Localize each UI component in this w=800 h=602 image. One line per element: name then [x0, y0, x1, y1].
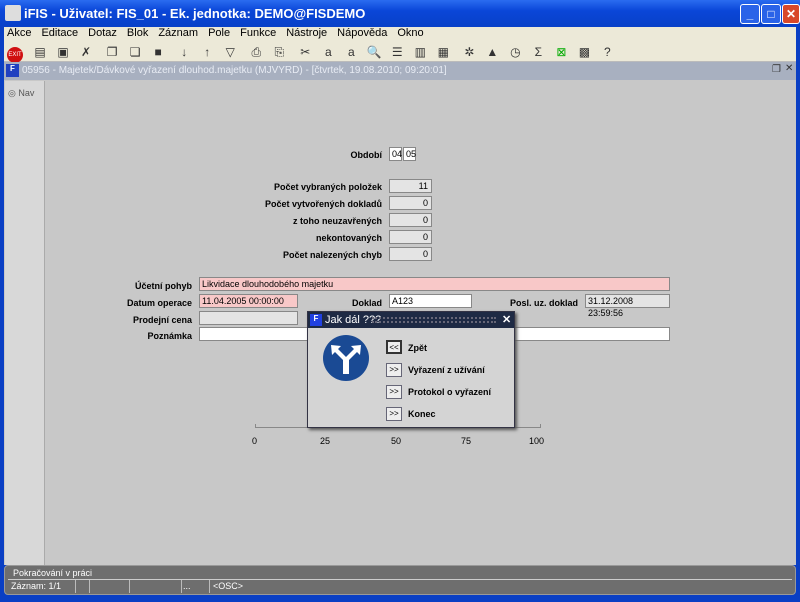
- posl-uz-doklad-label: Posl. uz. doklad: [509, 298, 578, 308]
- mode-indicator: <OSC>: [213, 581, 244, 591]
- count-label: Počet vybraných položek: [273, 182, 382, 192]
- obdobi-year-input[interactable]: 05: [403, 147, 416, 161]
- paste-text-icon[interactable]: a: [342, 44, 360, 60]
- cut-icon[interactable]: ✂: [296, 44, 314, 60]
- vyrazeni-z-uzivani-label[interactable]: Vyřazení z užívání: [408, 365, 485, 375]
- vyrazeni-z-uzivani-button[interactable]: >>: [386, 363, 402, 377]
- excel-icon[interactable]: ⊠: [552, 44, 570, 60]
- count-label: nekontovaných: [315, 233, 382, 243]
- ucetni-pohyb-input[interactable]: Likvidace dlouhodobého majetku: [199, 277, 670, 291]
- calculator-icon[interactable]: ▩: [575, 44, 593, 60]
- ifis-logo-icon: F: [310, 314, 322, 326]
- search-icon[interactable]: 🔍: [365, 44, 383, 60]
- toolbar: EXIT ▤ ▣ ✗ ❐ ❏ ■ ↓ ↑ ▽ ⎙ ⎘ ✂ a a 🔍 ☰ ▥ ▦ ✲ ▲ ◷ Σ ⊠ ▩?: [4, 42, 796, 63]
- progress-tick: 75: [461, 436, 472, 446]
- progress-tick: 50: [391, 436, 402, 446]
- count-value: 0: [389, 213, 432, 227]
- count-label: Počet nalezených chyb: [282, 250, 382, 260]
- protokol-o-vyrazeni-label[interactable]: Protokol o vyřazení: [408, 387, 491, 397]
- paste-icon[interactable]: ❏: [126, 44, 144, 60]
- help-icon[interactable]: ?: [598, 44, 616, 60]
- sort-asc-icon[interactable]: ↓: [175, 44, 193, 60]
- print-setup-icon[interactable]: ⎘: [270, 44, 288, 60]
- print-icon[interactable]: ⎙: [247, 44, 265, 60]
- konec-button[interactable]: >>: [386, 407, 402, 421]
- copy-text-icon[interactable]: a: [319, 44, 337, 60]
- progress-tick: 0: [252, 436, 258, 446]
- delete-record-icon[interactable]: ✗: [77, 44, 95, 60]
- menu-bar: Akce Editace Dotaz Blok Záznam Pole Funkce Nást…: [4, 27, 796, 42]
- form-window-title-bar: F 05956 - Majetek/Dávkové vyřazení dlouh…: [4, 62, 796, 80]
- menu-napoveda[interactable]: Nápověda: [334, 27, 387, 39]
- close-button[interactable]: ✕: [782, 4, 800, 24]
- menu-pole[interactable]: Pole: [205, 27, 230, 39]
- datum-operace-input[interactable]: 11.04.2005 00:00:00: [199, 294, 298, 308]
- navigation-panel: ◎ Nav: [5, 81, 45, 565]
- count-value: 0: [389, 230, 432, 244]
- menu-blok[interactable]: Blok: [124, 27, 148, 39]
- sort-desc-icon[interactable]: ↑: [198, 44, 216, 60]
- doklad-input[interactable]: A123: [389, 294, 472, 308]
- window-title-bar: iFIS - Uživatel: FIS_01 - Ek. jednotka: …: [0, 0, 800, 27]
- filter-icon[interactable]: ▽: [221, 44, 239, 60]
- menu-dotaz[interactable]: Dotaz: [85, 27, 117, 39]
- datum-operace-label: Datum operace: [126, 298, 192, 308]
- maximize-button[interactable]: □: [761, 4, 781, 24]
- zpet-button[interactable]: <<: [386, 340, 402, 354]
- restore-icon[interactable]: ❐: [772, 64, 781, 75]
- count-value: 11: [389, 179, 432, 193]
- menu-zaznam[interactable]: Záznam: [155, 27, 198, 39]
- menu-okno[interactable]: Okno: [394, 27, 423, 39]
- copy-icon[interactable]: ❐: [103, 44, 121, 60]
- columns-icon[interactable]: ▥: [411, 44, 429, 60]
- sum-icon[interactable]: Σ: [529, 44, 547, 60]
- exit-icon[interactable]: EXIT: [7, 47, 23, 63]
- window-title: iFIS - Uživatel: FIS_01 - Ek. jednotka: …: [24, 6, 366, 21]
- ucetni-pohyb-label: Účetní pohyb: [134, 281, 192, 291]
- poznamka-label: Poznámka: [147, 331, 192, 341]
- count-label: z toho neuzavřených: [292, 216, 382, 226]
- menu-akce[interactable]: Akce: [4, 27, 31, 39]
- clock-icon[interactable]: ◷: [506, 44, 524, 60]
- prodejni-cena-label: Prodejní cena: [132, 315, 192, 325]
- count-value: 0: [389, 196, 432, 210]
- minimize-button[interactable]: _: [740, 4, 760, 24]
- export-icon[interactable]: ▦: [434, 44, 452, 60]
- status-bar: Pokračování v práci Záznam: 1/1 ... <OSC…: [4, 565, 796, 595]
- konec-label[interactable]: Konec: [408, 409, 436, 419]
- count-value: 0: [389, 247, 432, 261]
- zpet-label[interactable]: Zpět: [408, 343, 427, 353]
- obdobi-label: Období: [350, 150, 383, 160]
- ifis-logo-icon: F: [6, 64, 19, 77]
- app-icon: [5, 5, 21, 21]
- protokol-o-vyrazeni-button[interactable]: >>: [386, 385, 402, 399]
- menu-nastroje[interactable]: Nástroje: [283, 27, 327, 39]
- record-indicator: Záznam: 1/1: [11, 581, 62, 591]
- status-cell: ...: [183, 581, 191, 591]
- status-message: Pokračování v práci: [13, 568, 93, 578]
- doklad-label: Doklad: [351, 298, 382, 308]
- nav-label: Nav: [18, 88, 35, 98]
- progress-tick: 25: [320, 436, 331, 446]
- save-icon[interactable]: ▣: [54, 44, 72, 60]
- clear-icon[interactable]: ■: [149, 44, 167, 60]
- jak-dal-dialog: F Jak dál ??? ✕ << Zpět >> Vyřazení z už…: [307, 311, 515, 428]
- close-form-icon[interactable]: ✕: [785, 63, 793, 74]
- prodejni-cena-input[interactable]: [199, 311, 298, 325]
- nav-button[interactable]: ◎ Nav: [8, 88, 34, 99]
- count-label: Počet vytvořených dokladů: [264, 199, 382, 209]
- dialog-title-bar: F Jak dál ??? ✕: [308, 312, 514, 328]
- road-fork-icon: [323, 335, 369, 381]
- dialog-close-button[interactable]: ✕: [502, 313, 511, 326]
- progress-tick: 100: [529, 436, 545, 446]
- posl-uz-doklad-input: 31.12.2008 23:59:56: [585, 294, 670, 318]
- list-icon[interactable]: ☰: [388, 44, 406, 60]
- obdobi-month-input[interactable]: 04: [389, 147, 402, 161]
- insert-record-icon[interactable]: ▤: [31, 44, 49, 60]
- menu-editace[interactable]: Editace: [38, 27, 78, 39]
- chart-icon[interactable]: ▲: [483, 44, 501, 60]
- form-window-title: 05956 - Majetek/Dávkové vyřazení dlouhod…: [22, 65, 447, 76]
- menu-funkce[interactable]: Funkce: [237, 27, 276, 39]
- settings-icon[interactable]: ✲: [460, 44, 478, 60]
